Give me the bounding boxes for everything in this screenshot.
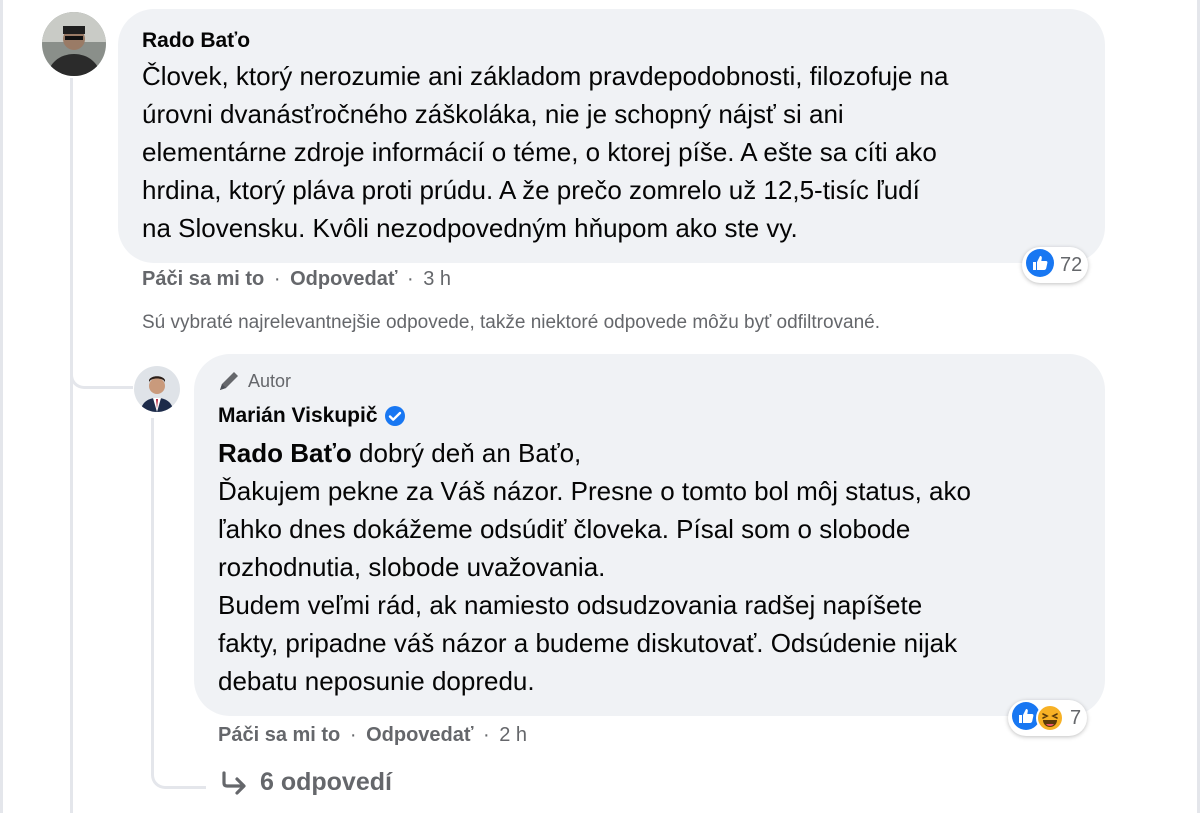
- reply-text: Ďakujem pekne za Váš názor. Presne o tom…: [218, 476, 971, 696]
- thread-connector-replies: [151, 748, 206, 789]
- comment-reply-button[interactable]: Odpovedať: [290, 268, 397, 290]
- reply-reactions[interactable]: 7: [1008, 700, 1088, 736]
- comment-like-button[interactable]: Páči sa mi to: [142, 268, 264, 290]
- reply-actions: Páči sa mi to · Odpovedať · 2 h: [218, 724, 527, 747]
- view-more-replies-button[interactable]: 6 odpovedí: [220, 768, 392, 797]
- reply-author-row: Marián Viskupič: [218, 404, 406, 428]
- separator: ·: [407, 268, 414, 290]
- thread-line-reply: [151, 418, 154, 768]
- thread-connector: [70, 350, 133, 389]
- separator: ·: [273, 268, 281, 290]
- reply-reply-button[interactable]: Odpovedať: [366, 724, 473, 746]
- comment-timestamp[interactable]: 3 h: [423, 268, 451, 290]
- reply-greeting-text: dobrý deň an Baťo,: [351, 438, 582, 468]
- reply-arrow-icon: [220, 770, 248, 795]
- avatar-rado-bato[interactable]: [42, 12, 106, 76]
- separator: ·: [349, 724, 357, 746]
- mention-rado-bato[interactable]: Rado Baťo: [218, 438, 352, 468]
- reply-timestamp[interactable]: 2 h: [499, 724, 527, 746]
- left-edge: [0, 0, 3, 813]
- comment-text: Človek, ktorý nerozumie ani základom pra…: [142, 61, 949, 243]
- avatar-marian-viskupic[interactable]: [134, 366, 180, 412]
- reply-greeting: Rado Baťo dobrý deň an Baťo,: [218, 434, 1088, 472]
- separator: ·: [483, 724, 490, 746]
- reply-author-name[interactable]: Marián Viskupič: [218, 404, 378, 428]
- laugh-icon: [1036, 704, 1064, 732]
- comment-author-name[interactable]: Rado Baťo: [142, 29, 250, 53]
- thread-line-main: [70, 78, 73, 813]
- comment-reactions[interactable]: 72: [1022, 247, 1089, 283]
- verified-badge-icon: [384, 405, 406, 427]
- pencil-icon: [218, 370, 242, 392]
- like-icon: [1026, 248, 1054, 282]
- comment-bubble: Rado Baťo Človek, ktorý nerozumie ani zá…: [118, 9, 1105, 263]
- comment-reaction-count: 72: [1060, 253, 1083, 276]
- view-more-replies-label: 6 odpovedí: [260, 768, 392, 796]
- filter-note: Sú vybraté najrelevantnejšie odpovede, t…: [142, 312, 881, 333]
- author-badge: Autor: [218, 370, 291, 392]
- reply-bubble: Autor Marián Viskupič Rado Baťo dobrý de…: [194, 354, 1105, 716]
- reply-like-button[interactable]: Páči sa mi to: [218, 724, 340, 746]
- comment-actions: Páči sa mi to · Odpovedať · 3 h: [142, 268, 451, 291]
- author-badge-label: Autor: [248, 370, 292, 391]
- reply-reaction-count: 7: [1070, 706, 1082, 729]
